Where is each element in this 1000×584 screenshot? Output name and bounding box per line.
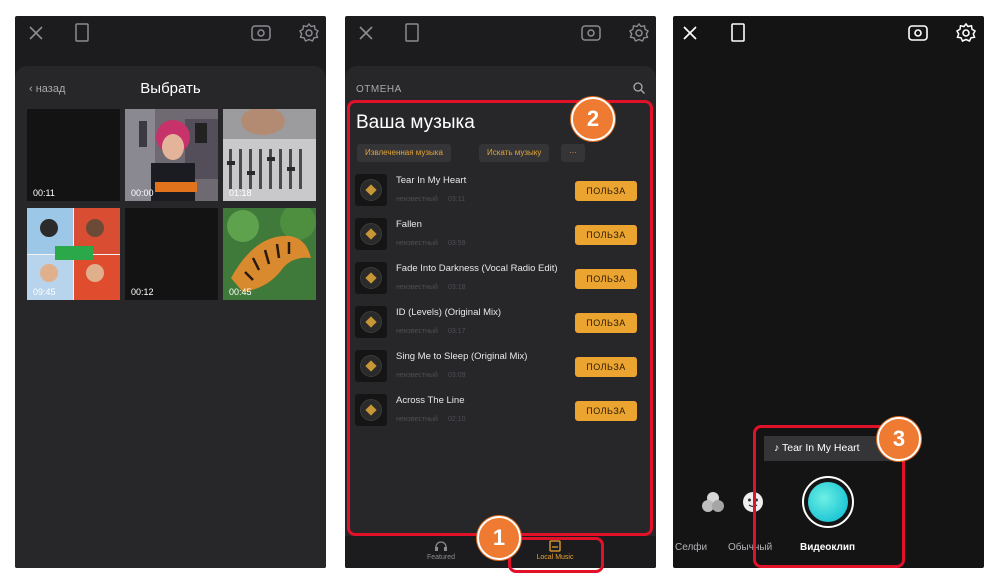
headphones-icon (435, 541, 447, 551)
step-badge-2: 2 (571, 97, 615, 141)
mode-selfie[interactable]: Селфи (675, 542, 707, 553)
step-badge-3: 3 (877, 417, 921, 461)
filters-icon[interactable] (700, 489, 726, 515)
switch-camera-icon[interactable] (579, 21, 603, 45)
settings-gear-icon[interactable] (297, 21, 321, 45)
close-icon[interactable] (354, 21, 378, 45)
video-duration: 00:11 (33, 188, 55, 198)
video-duration: 01:18 (229, 188, 252, 198)
picker-title: Выбрать (140, 80, 201, 97)
video-thumbnail[interactable]: 01:18 (223, 109, 316, 201)
settings-gear-icon[interactable] (627, 21, 651, 45)
switch-camera-icon[interactable] (906, 21, 930, 45)
video-picker-screen: ‹ назад Выбрать 00:11 00:00 01:18 09:45 … (15, 16, 326, 568)
top-bar (345, 16, 656, 48)
aspect-ratio-icon[interactable] (70, 21, 94, 45)
picker-sheet: ‹ назад Выбрать 00:11 00:00 01:18 09:45 … (15, 66, 326, 568)
video-thumbnail[interactable]: 00:00 (125, 109, 218, 201)
video-thumbnail[interactable]: 00:11 (27, 109, 120, 201)
top-bar (673, 16, 984, 48)
highlight-music-list (347, 100, 653, 536)
video-duration: 09:45 (33, 287, 56, 297)
step-badge-1: 1 (477, 516, 521, 560)
switch-camera-icon[interactable] (249, 21, 273, 45)
search-icon[interactable] (632, 81, 646, 95)
video-thumbnail[interactable]: 00:45 (223, 208, 316, 300)
video-duration: 00:00 (131, 188, 154, 198)
video-thumbnail[interactable]: 09:45 (27, 208, 120, 300)
aspect-ratio-icon[interactable] (726, 21, 750, 45)
close-icon[interactable] (678, 21, 702, 45)
cancel-button[interactable]: ОТМЕНА (356, 84, 402, 95)
video-duration: 00:45 (229, 287, 252, 297)
highlight-local-music (508, 537, 604, 573)
video-thumbnail[interactable]: 00:12 (125, 208, 218, 300)
settings-gear-icon[interactable] (954, 21, 978, 45)
nav-featured-label: Featured (426, 554, 456, 561)
top-bar (15, 16, 326, 48)
close-icon[interactable] (24, 21, 48, 45)
nav-featured[interactable]: Featured (401, 540, 481, 561)
aspect-ratio-icon[interactable] (400, 21, 424, 45)
video-duration: 00:12 (131, 287, 154, 297)
